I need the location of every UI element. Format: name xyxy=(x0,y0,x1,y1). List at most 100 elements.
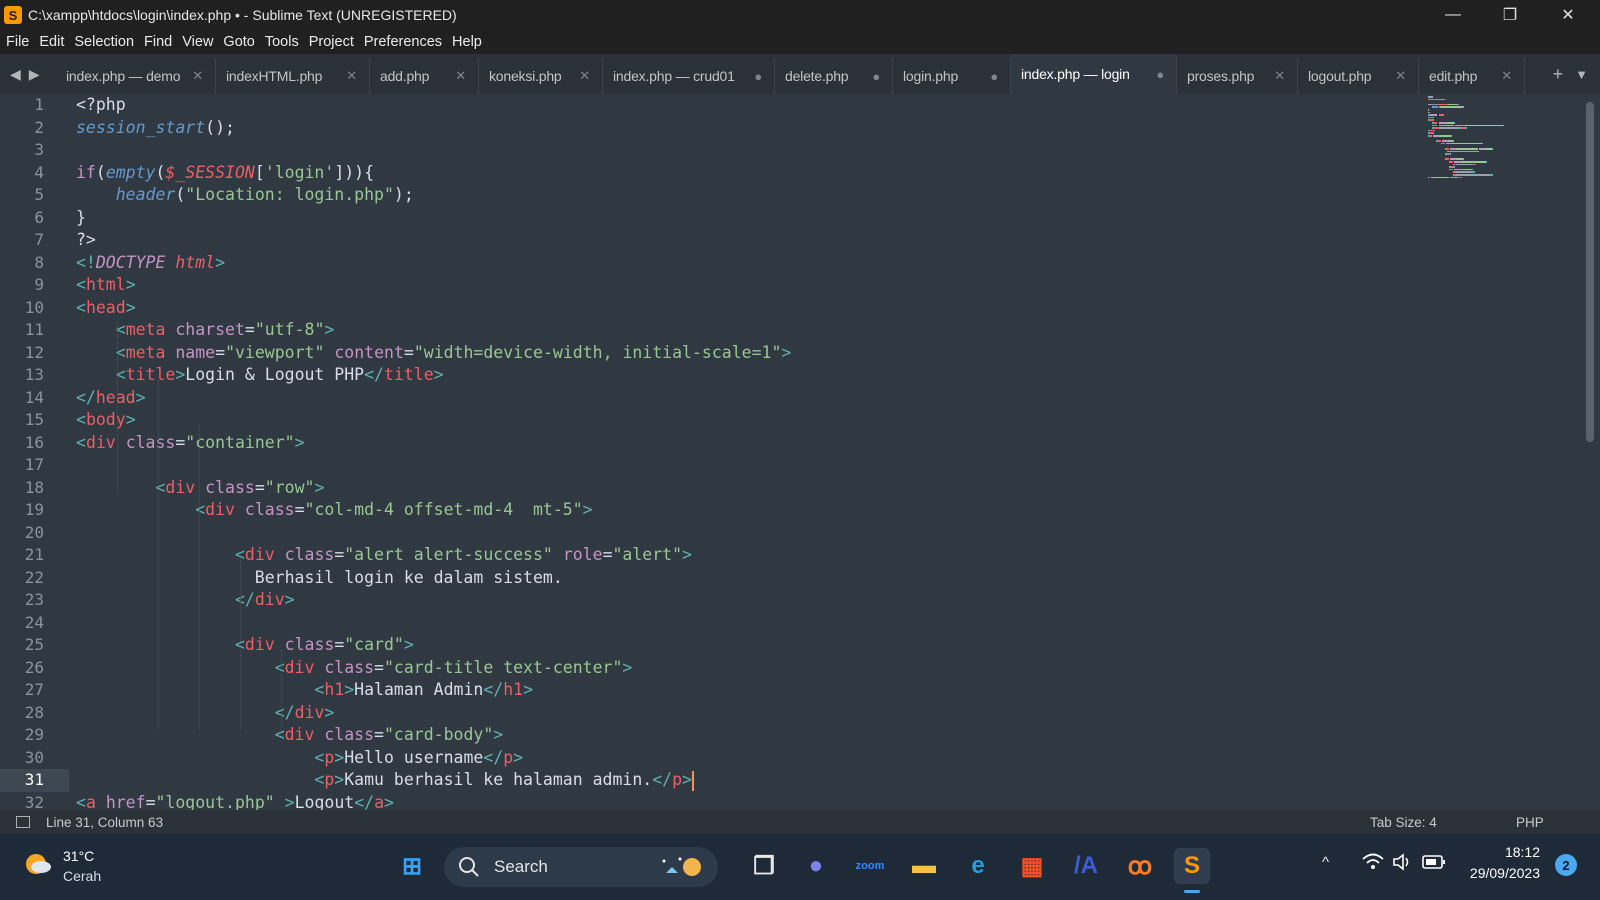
code-line[interactable]: header("Location: login.php"); xyxy=(76,184,414,207)
tab-edit-php[interactable]: edit.php ✕ xyxy=(1419,58,1525,94)
sublime-text-icon[interactable]: S xyxy=(1174,848,1210,884)
menu-file[interactable]: File xyxy=(6,34,29,50)
code-line[interactable]: <div class="container"> xyxy=(76,432,305,455)
code-line[interactable]: </div> xyxy=(76,589,295,612)
code-line[interactable]: <div class="card-body"> xyxy=(76,724,504,747)
code-line[interactable]: <meta charset="utf-8"> xyxy=(76,319,335,342)
close-tab-icon[interactable]: ✕ xyxy=(346,68,357,84)
editor-area[interactable]: 1 2 3 4 5 6 7 8 9 10 11 12 13 14 15 16 17 18 19 20 21 22 23 24 2… xyxy=(0,94,1600,812)
code-line[interactable]: <h1>Halaman Admin</h1> xyxy=(76,679,533,702)
wifi-icon[interactable] xyxy=(1362,852,1384,877)
file-explorer-icon[interactable]: ▬ xyxy=(906,848,942,884)
code-line[interactable]: </head> xyxy=(76,387,146,410)
code-line[interactable]: </div> xyxy=(76,702,335,725)
code-line[interactable]: <meta name="viewport" content="width=dev… xyxy=(76,342,792,365)
code-line[interactable]: <body> xyxy=(76,409,136,432)
task-view-icon[interactable]: ❐ xyxy=(746,848,782,884)
code-line[interactable]: ?> xyxy=(76,229,96,252)
code-line[interactable]: <div class="col-md-4 offset-md-4 mt-5"> xyxy=(76,499,592,522)
code-line[interactable]: <div class="row"> xyxy=(76,477,324,500)
visual-studio-code-icon[interactable]: /A xyxy=(1068,848,1104,884)
unsaved-dot-icon[interactable]: ● xyxy=(990,69,998,84)
menu-help[interactable]: Help xyxy=(452,34,482,50)
menu-edit[interactable]: Edit xyxy=(39,34,64,50)
tab-next-icon[interactable]: ▶ xyxy=(29,66,40,83)
tab-indexhtml-php[interactable]: indexHTML.php ✕ xyxy=(216,58,370,94)
unsaved-dot-icon[interactable]: ● xyxy=(754,69,762,84)
tab-menu-icon[interactable]: ▼ xyxy=(1575,67,1588,82)
restore-button[interactable]: ❐ xyxy=(1487,0,1533,30)
volume-icon[interactable] xyxy=(1392,852,1414,877)
code-line[interactable]: <div class="card-title text-center"> xyxy=(76,657,633,680)
code-line[interactable]: <title>Login & Logout PHP</title> xyxy=(76,364,444,387)
code-line[interactable]: } xyxy=(76,207,86,230)
code-line[interactable]: session_start(); xyxy=(76,117,235,140)
close-tab-icon[interactable]: ✕ xyxy=(455,68,466,84)
minimize-button[interactable]: — xyxy=(1430,0,1476,30)
tab-delete-php[interactable]: delete.php ● xyxy=(775,58,893,94)
tab-prev-icon[interactable]: ◀ xyxy=(10,66,21,83)
chat-icon[interactable]: ● xyxy=(798,848,834,884)
code-token: ( xyxy=(95,162,106,182)
code-line[interactable]: <head> xyxy=(76,297,136,320)
menu-preferences[interactable]: Preferences xyxy=(364,34,442,50)
code-token: role xyxy=(562,545,603,564)
menu-selection[interactable]: Selection xyxy=(74,34,134,50)
xampp-icon[interactable]: ꝏ xyxy=(1122,848,1158,884)
new-tab-icon[interactable]: + xyxy=(1553,64,1564,85)
code-token: "col-md-4 offset-md-4 mt-5" xyxy=(304,500,583,519)
syntax-indicator[interactable]: PHP xyxy=(1516,815,1544,830)
tab-index-php-login[interactable]: index.php — login ● xyxy=(1011,54,1177,94)
close-tab-icon[interactable]: ✕ xyxy=(1501,68,1512,84)
tab-index-php-crud01[interactable]: index.php — crud01 ● xyxy=(603,58,775,94)
notification-badge[interactable]: 2 xyxy=(1555,854,1577,876)
code-line[interactable]: <html> xyxy=(76,274,136,297)
menu-tools[interactable]: Tools xyxy=(265,34,299,50)
weather-desc[interactable]: Cerah xyxy=(63,868,101,884)
tab-index-php-demo[interactable]: index.php — demo ✕ xyxy=(56,58,216,94)
menu-find[interactable]: Find xyxy=(144,34,172,50)
tab-login-php[interactable]: login.php ● xyxy=(893,58,1011,94)
code-line[interactable]: <p>Hello username</p> xyxy=(76,747,523,770)
close-tab-icon[interactable]: ✕ xyxy=(192,68,203,84)
close-tab-icon[interactable]: ✕ xyxy=(579,68,590,84)
code-token: "card-body" xyxy=(383,725,494,744)
tab-koneksi-php[interactable]: koneksi.php ✕ xyxy=(479,58,603,94)
close-tab-icon[interactable]: ✕ xyxy=(1395,68,1406,84)
start-icon[interactable]: ⊞ xyxy=(394,848,430,884)
code-line[interactable]: <p>Kamu berhasil ke halaman admin.</p> xyxy=(76,769,694,792)
tab-proses-php[interactable]: proses.php ✕ xyxy=(1177,58,1298,94)
weather-temp[interactable]: 31°C xyxy=(63,848,94,864)
tab-logout-php[interactable]: logout.php ✕ xyxy=(1298,58,1419,94)
code-line[interactable]: Berhasil login ke dalam sistem. xyxy=(76,567,563,590)
zoom-icon[interactable]: zoom xyxy=(852,848,888,884)
code-line[interactable]: <?php xyxy=(76,94,126,117)
minimap[interactable] xyxy=(1428,94,1538,194)
code-token: < xyxy=(314,680,325,699)
panel-toggle-icon[interactable] xyxy=(16,816,30,828)
code-line[interactable]: <!DOCTYPE html> xyxy=(76,252,225,275)
code-line[interactable]: <div class="card"> xyxy=(76,634,414,657)
text-cursor xyxy=(691,770,694,791)
weather-icon[interactable] xyxy=(22,848,54,880)
clock-date[interactable]: 29/09/2023 xyxy=(1440,865,1540,881)
code-line[interactable]: <div class="alert alert-success" role="a… xyxy=(76,544,692,567)
unsaved-dot-icon[interactable]: ● xyxy=(1156,67,1164,82)
code-line[interactable]: if(empty($_SESSION['login'])){ xyxy=(76,162,374,185)
menu-project[interactable]: Project xyxy=(309,34,354,50)
store-icon[interactable]: ▦ xyxy=(1014,848,1050,884)
close-button[interactable]: ✕ xyxy=(1545,0,1591,30)
clock-time[interactable]: 18:12 xyxy=(1460,844,1540,860)
menu-view[interactable]: View xyxy=(182,34,213,50)
menu-goto[interactable]: Goto xyxy=(223,34,254,50)
taskbar-search[interactable]: Search xyxy=(444,847,718,887)
tab-add-php[interactable]: add.php ✕ xyxy=(370,58,479,94)
vertical-scrollbar[interactable] xyxy=(1586,102,1594,442)
code-token: h1 xyxy=(324,680,345,699)
close-tab-icon[interactable]: ✕ xyxy=(1274,68,1285,84)
edge-icon[interactable]: e xyxy=(960,848,996,884)
tab-size-indicator[interactable]: Tab Size: 4 xyxy=(1370,815,1437,830)
tray-chevron-icon[interactable]: ^ xyxy=(1322,854,1329,871)
unsaved-dot-icon[interactable]: ● xyxy=(872,69,880,84)
